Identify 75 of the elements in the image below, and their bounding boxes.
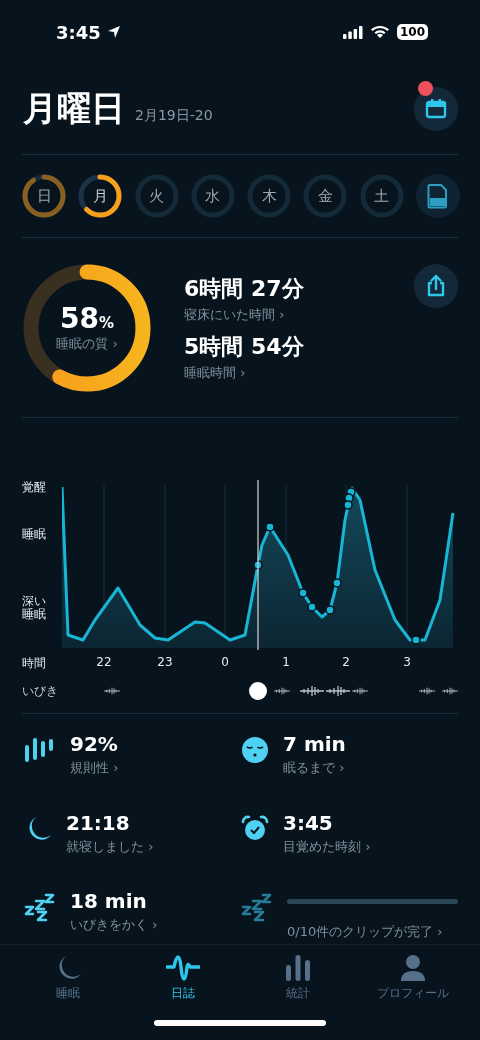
bars-icon — [24, 736, 56, 764]
zzz-icon — [24, 893, 56, 924]
share-icon — [425, 274, 447, 298]
snore-clip-icon — [442, 685, 458, 697]
battery-level: 100 — [396, 24, 428, 40]
calendar-icon — [425, 98, 447, 120]
metric-link[interactable]: いびきをかく › — [70, 916, 241, 935]
metric-value: 7 min — [283, 732, 347, 756]
metric-link[interactable]: 目覚めた時刻 › — [283, 837, 458, 856]
axis-title: 時間 — [22, 654, 47, 672]
tab[interactable]: プロフィール — [372, 953, 453, 1002]
metric-link[interactable]: 規則性 › — [70, 759, 241, 777]
day-button[interactable]: 土 — [359, 174, 404, 218]
day-button[interactable]: 水 — [190, 174, 235, 218]
day-button[interactable]: 月 — [78, 174, 123, 218]
wifi-icon — [369, 25, 390, 39]
axis-tick: 23 — [157, 655, 173, 669]
duration-value: 5時間 54分 — [184, 332, 304, 361]
playhead-handle[interactable] — [249, 682, 267, 700]
report-button[interactable] — [415, 174, 460, 218]
snore-point — [411, 635, 421, 645]
snore-clip-icon — [419, 685, 435, 697]
snore-point — [298, 588, 308, 598]
date-range: 2月19日-20 — [135, 107, 213, 125]
location-arrow-icon — [106, 25, 121, 39]
metric-value: 3:45 — [283, 810, 334, 835]
metric-value: 18 min — [70, 889, 148, 914]
axis-label: 睡眠 — [22, 528, 47, 542]
sleep-quality-link[interactable]: 睡眠の質 › — [56, 335, 118, 353]
snore-clip-icon — [352, 685, 368, 697]
status-time: 3:45 — [56, 21, 101, 43]
snore-point — [325, 605, 335, 615]
axis-tick: 22 — [96, 655, 112, 669]
document-icon — [426, 183, 449, 209]
snore-clip-icon — [104, 685, 120, 697]
day-button[interactable]: 日 — [22, 174, 66, 218]
axis-tick: 0 — [221, 655, 229, 669]
percent-unit: % — [98, 314, 114, 332]
snore-point — [307, 602, 317, 612]
metric-link[interactable]: 就寝しました › — [66, 837, 241, 856]
duration-link[interactable]: 睡眠時間 › — [184, 363, 304, 382]
metric-link[interactable]: 眠るまで › — [283, 759, 458, 777]
metric-link[interactable]: 0/10件のクリップが完了 › — [287, 923, 458, 942]
zzz-icon — [241, 893, 273, 924]
calendar-button[interactable] — [414, 87, 458, 131]
axis-label: 深い睡眠 — [22, 595, 47, 622]
day-button[interactable]: 木 — [247, 174, 292, 218]
snore-point — [253, 560, 263, 570]
signal-icon — [342, 25, 363, 39]
snore-clip-icon — [274, 685, 290, 697]
day-button[interactable]: 火 — [134, 174, 179, 218]
alarm-clock-icon — [241, 814, 269, 843]
axis-tick: 3 — [403, 655, 411, 669]
snore-point — [265, 522, 275, 532]
axis-label: 覚醒 — [22, 481, 47, 495]
tab[interactable]: 日誌 — [142, 953, 223, 1002]
snore-clip-icon — [300, 685, 324, 697]
snore-point — [343, 500, 353, 510]
duration-value: 6時間 27分 — [184, 274, 304, 303]
metric-value: 92% — [70, 732, 119, 756]
snore-point — [332, 578, 342, 588]
tab[interactable]: 統計 — [257, 953, 338, 1002]
snore-label: いびき — [22, 682, 59, 700]
day-button[interactable]: 金 — [303, 174, 348, 218]
axis-tick: 2 — [342, 655, 350, 669]
day-title: 月曜日 — [23, 87, 125, 130]
sleep-quality-value: 58 — [60, 302, 99, 335]
duration-link[interactable]: 寝床にいた時間 › — [184, 305, 304, 324]
tab[interactable]: 睡眠 — [27, 953, 108, 1002]
sleeping-face-icon — [241, 736, 269, 764]
share-button[interactable] — [414, 264, 458, 308]
wave-icon — [165, 953, 200, 983]
axis-tick: 1 — [282, 655, 290, 669]
metric-value: 21:18 — [66, 810, 131, 835]
snore-clip-icon — [326, 685, 350, 697]
